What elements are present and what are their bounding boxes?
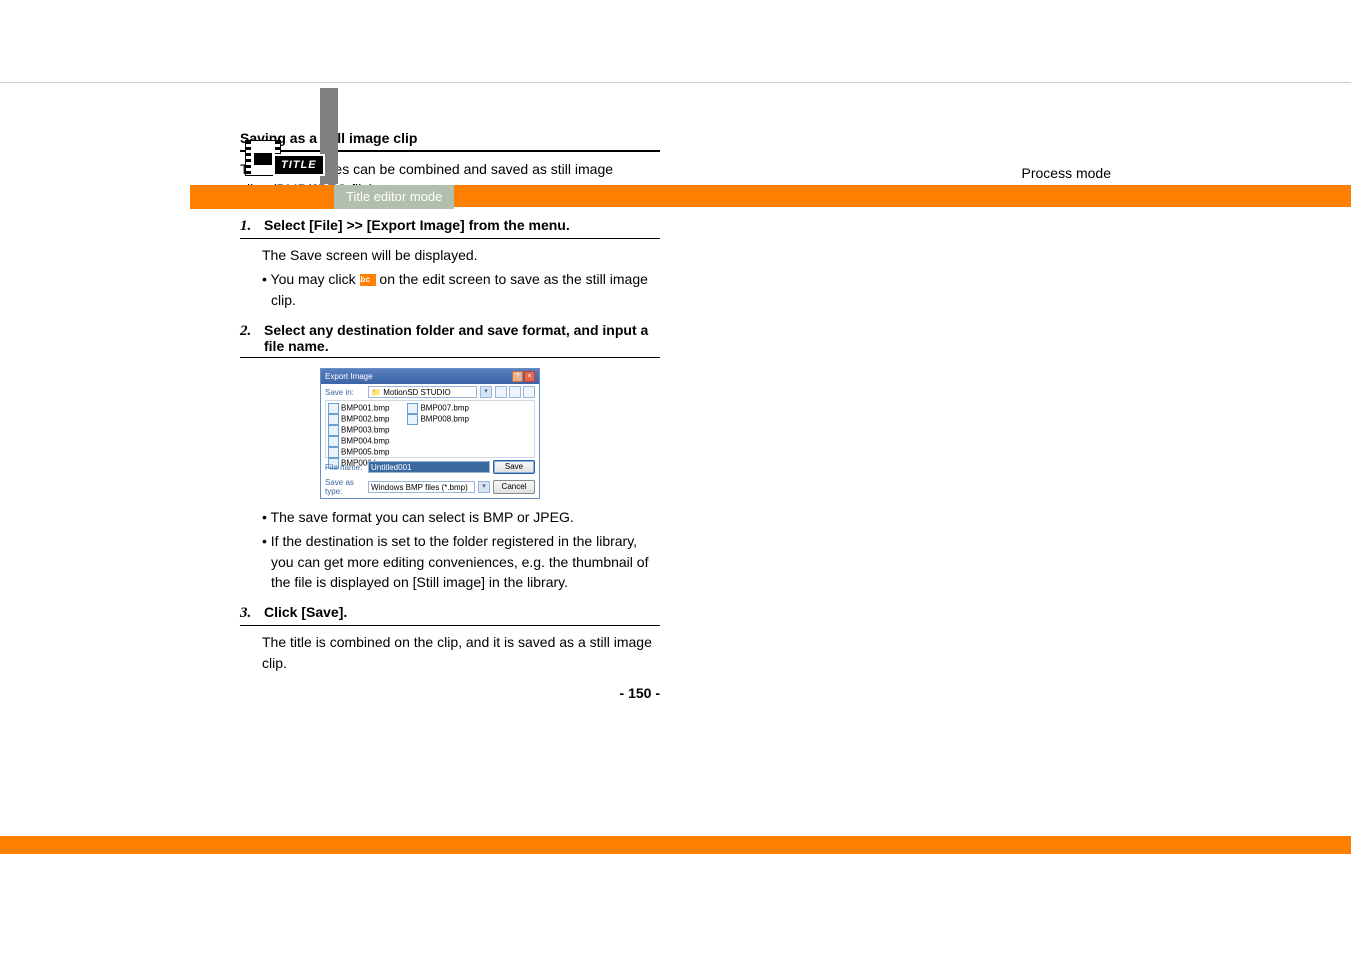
file-name-input[interactable]: Untitled001 <box>368 461 490 473</box>
step-3: 3. Click [Save]. The title is combined o… <box>240 604 660 673</box>
step-2-bullet1: • The save format you can select is BMP … <box>262 507 660 527</box>
process-mode-label: Process mode <box>1022 165 1111 181</box>
footer-orange-bar <box>0 836 1351 854</box>
up-folder-icon[interactable] <box>495 386 507 398</box>
step-3-number: 3. <box>240 605 258 622</box>
save-in-label: Save in: <box>325 388 365 397</box>
dialog-window-buttons: ? × <box>512 371 535 382</box>
title-icon: TITLE <box>245 110 325 185</box>
dialog-titlebar: Export Image ? × <box>321 369 539 384</box>
chevron-down-icon[interactable]: ▾ <box>480 386 492 398</box>
save-in-field[interactable]: 📁 MotionSD STUDIO <box>368 386 477 398</box>
close-icon[interactable]: × <box>524 371 535 382</box>
content-column: Saving as a still image clip Titles and … <box>240 130 660 701</box>
list-item[interactable]: BMP008.bmp <box>407 414 468 425</box>
save-type-row: Save as type: Windows BMP files (*.bmp) … <box>321 476 539 498</box>
view-menu-icon[interactable] <box>523 386 535 398</box>
step-1-body: The Save screen will be displayed. • You… <box>262 245 660 310</box>
save-button[interactable]: Save <box>493 460 535 474</box>
save-in-value: MotionSD STUDIO <box>383 388 451 397</box>
save-type-select[interactable]: Windows BMP files (*.bmp) <box>368 481 475 493</box>
list-item[interactable]: BMP004.bmp <box>328 436 389 447</box>
save-in-row: Save in: 📁 MotionSD STUDIO ▾ <box>321 384 539 400</box>
file-name-label: File name: <box>325 463 365 472</box>
header-orange-bar-left <box>190 185 334 209</box>
step-1-title: Select [File] >> [Export Image] from the… <box>264 217 570 233</box>
save-type-label: Save as type: <box>325 478 365 496</box>
step-1-bullet-pre: • You may click <box>262 271 360 287</box>
top-divider <box>0 82 1351 83</box>
step-3-head: 3. Click [Save]. <box>240 604 660 626</box>
file-list-col1: BMP001.bmp BMP002.bmp BMP003.bmp BMP004.… <box>328 403 389 455</box>
chevron-down-icon[interactable]: ▾ <box>478 481 490 493</box>
title-editor-mode-tab: Title editor mode <box>334 185 454 209</box>
step-2-bullet2: • If the destination is set to the folde… <box>262 531 660 592</box>
list-item[interactable]: BMP001.bmp <box>328 403 389 414</box>
help-icon[interactable]: ? <box>512 371 523 382</box>
file-list[interactable]: BMP001.bmp BMP002.bmp BMP003.bmp BMP004.… <box>325 400 535 458</box>
step-1-bullet: • You may click abc on the edit screen t… <box>262 269 660 310</box>
step-1-line1: The Save screen will be displayed. <box>262 245 660 265</box>
cancel-button[interactable]: Cancel <box>493 480 535 494</box>
export-image-dialog: Export Image ? × Save in: 📁 MotionSD STU… <box>320 368 540 499</box>
step-2-body: • The save format you can select is BMP … <box>262 507 660 592</box>
page-number: - 150 - <box>240 685 660 701</box>
dialog-title-text: Export Image <box>325 372 373 381</box>
list-item[interactable]: BMP002.bmp <box>328 414 389 425</box>
export-inline-icon: abc <box>360 274 376 286</box>
step-1: 1. Select [File] >> [Export Image] from … <box>240 217 660 310</box>
step-2-number: 2. <box>240 323 258 340</box>
file-list-col2: BMP007.bmp BMP008.bmp <box>407 403 468 455</box>
list-item[interactable]: BMP003.bmp <box>328 425 389 436</box>
step-1-number: 1. <box>240 218 258 235</box>
step-3-title: Click [Save]. <box>264 604 347 620</box>
list-item[interactable]: BMP005.bmp <box>328 447 389 458</box>
step-2-head: 2. Select any destination folder and sav… <box>240 322 660 358</box>
document-page: Process mode Title editor mode TITLE Sav… <box>0 0 1351 954</box>
step-3-body: The title is combined on the clip, and i… <box>262 632 660 673</box>
dialog-toolbar <box>495 386 535 398</box>
new-folder-icon[interactable] <box>509 386 521 398</box>
step-1-head: 1. Select [File] >> [Export Image] from … <box>240 217 660 239</box>
film-center <box>254 153 272 165</box>
list-item[interactable]: BMP007.bmp <box>407 403 468 414</box>
title-badge: TITLE <box>273 154 325 176</box>
step-2: 2. Select any destination folder and sav… <box>240 322 660 592</box>
step-2-title: Select any destination folder and save f… <box>264 322 660 354</box>
